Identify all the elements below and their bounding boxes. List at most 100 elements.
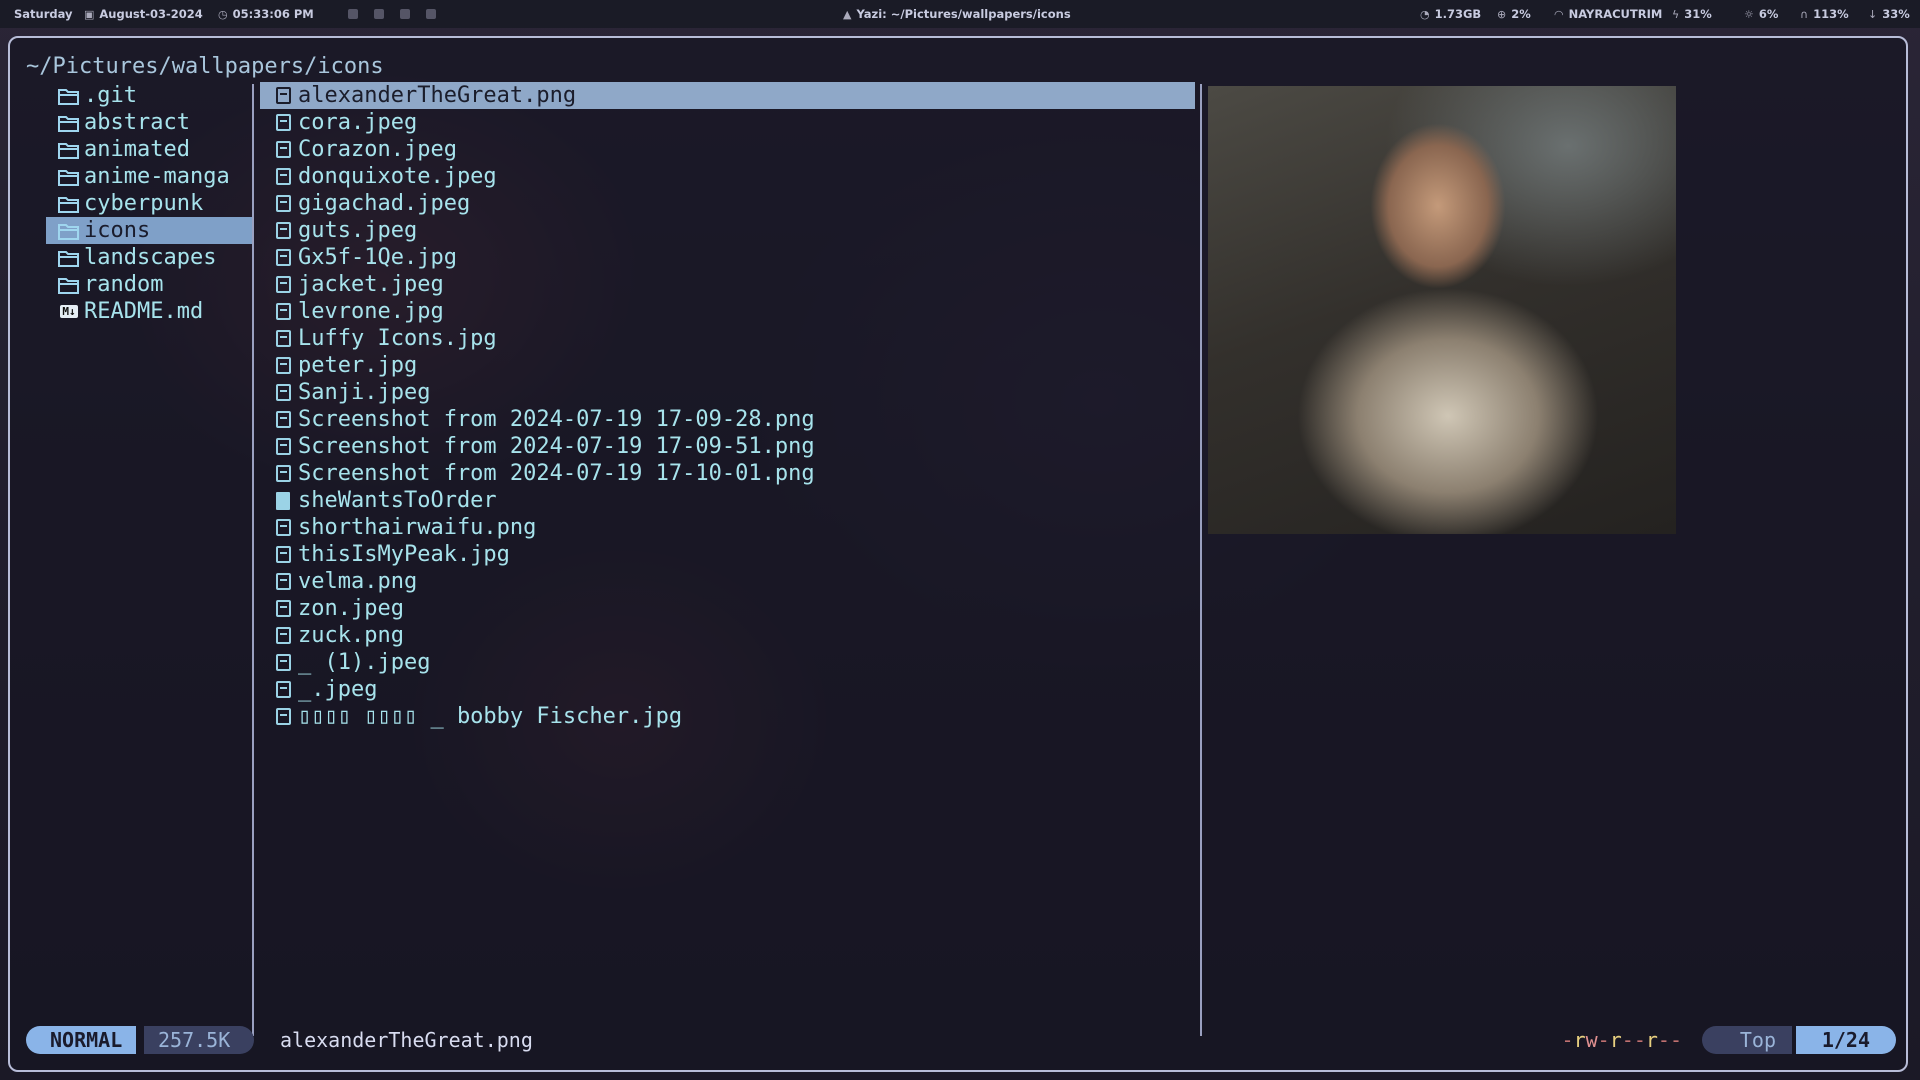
brightness-value: 6%	[1758, 7, 1779, 21]
current-path: ~/Pictures/wallpapers/icons	[26, 54, 384, 79]
file-entry[interactable]: Sanji.jpeg	[260, 379, 1195, 406]
folder-entry[interactable]: .git	[46, 82, 252, 109]
image-file-icon	[272, 465, 294, 482]
folder-entry[interactable]: animated	[46, 136, 252, 163]
pane-divider-left	[252, 84, 254, 1036]
folder-icon	[58, 168, 80, 186]
entry-name: cora.jpeg	[298, 110, 418, 135]
image-file-icon	[272, 573, 294, 590]
entry-name: cyberpunk	[84, 191, 204, 216]
markdown-icon: M↓	[60, 305, 78, 318]
file-entry[interactable]: guts.jpeg	[260, 217, 1195, 244]
scroll-position: Top	[1701, 1026, 1792, 1054]
entry-name: shorthairwaifu.png	[298, 515, 537, 540]
file-entry[interactable]: Screenshot from 2024-07-19 17-09-51.png	[260, 433, 1195, 460]
file-entry[interactable]: Screenshot from 2024-07-19 17-10-01.png	[260, 460, 1195, 487]
image-file-icon	[272, 708, 294, 725]
file-entry[interactable]: _ (1).jpeg	[260, 649, 1195, 676]
file-entry[interactable]: alexanderTheGreat.png	[260, 82, 1195, 109]
image-file-icon	[272, 195, 294, 212]
file-entry[interactable]: ▯▯▯▯ ▯▯▯▯ _ bobby Fischer.jpg	[260, 703, 1195, 730]
file-entry[interactable]: cora.jpeg	[260, 109, 1195, 136]
file-entry[interactable]: velma.png	[260, 568, 1195, 595]
status-filename: alexanderTheGreat.png	[280, 1028, 533, 1052]
wifi-name: NAYRACUTRIM	[1568, 7, 1663, 21]
file-entry[interactable]: Screenshot from 2024-07-19 17-09-28.png	[260, 406, 1195, 433]
folder-icon	[58, 249, 80, 267]
entry-name: Screenshot from 2024-07-19 17-09-28.png	[298, 407, 815, 432]
terminal-window[interactable]: ~/Pictures/wallpapers/icons .git abstract…	[8, 36, 1908, 1072]
file-entry[interactable]: sheWantsToOrder	[260, 487, 1195, 514]
wifi-widget[interactable]: ◠ NAYRACUTRIM	[1554, 0, 1662, 28]
clock-widget: ◷ 05:33:06 PM	[218, 0, 314, 28]
file-entry[interactable]: thisIsMyPeak.jpg	[260, 541, 1195, 568]
image-file-icon	[272, 222, 294, 239]
folder-entry[interactable]: cyberpunk	[46, 190, 252, 217]
image-file-icon	[272, 87, 294, 104]
workspace-2-icon[interactable]	[374, 9, 384, 19]
folder-icon	[58, 87, 80, 105]
entry-name: landscapes	[84, 245, 217, 270]
battery-widget: ϟ 31%	[1672, 0, 1712, 28]
workspace-1-icon[interactable]	[348, 9, 358, 19]
file-size: 257.5K	[144, 1026, 255, 1054]
clock-icon: ◷	[218, 7, 228, 21]
image-file-icon	[272, 330, 294, 347]
workspace-indicators[interactable]	[348, 0, 436, 28]
arch-icon: ▲	[843, 7, 852, 21]
entry-name: zon.jpeg	[298, 596, 404, 621]
entry-name: gigachad.jpeg	[298, 191, 471, 216]
entry-name: guts.jpeg	[298, 218, 418, 243]
folder-entry[interactable]: abstract	[46, 109, 252, 136]
file-entry[interactable]: donquixote.jpeg	[260, 163, 1195, 190]
folder-icon	[58, 276, 80, 294]
folder-entry[interactable]: icons	[46, 217, 252, 244]
workspace-4-icon[interactable]	[426, 9, 436, 19]
entry-name: Luffy Icons.jpg	[298, 326, 497, 351]
folder-icon	[58, 114, 80, 132]
image-file-icon	[272, 168, 294, 185]
image-file-icon	[272, 546, 294, 563]
file-entry[interactable]: M↓ README.md	[46, 298, 252, 325]
folder-entry[interactable]: random	[46, 271, 252, 298]
entry-name: _.jpeg	[298, 677, 378, 702]
mic-value: 33%	[1882, 7, 1910, 21]
mic-widget[interactable]: ↓ 33%	[1868, 0, 1910, 28]
file-entry[interactable]: Corazon.jpeg	[260, 136, 1195, 163]
entry-name: alexanderTheGreat.png	[298, 83, 577, 108]
file-entry[interactable]: peter.jpg	[260, 352, 1195, 379]
image-file-icon	[272, 114, 294, 131]
entry-name: animated	[84, 137, 190, 162]
image-file-icon	[272, 438, 294, 455]
volume-widget[interactable]: ∩ 113%	[1800, 0, 1849, 28]
file-entry[interactable]: zuck.png	[260, 622, 1195, 649]
file-entry[interactable]: Luffy Icons.jpg	[260, 325, 1195, 352]
entry-name: .git	[84, 83, 137, 108]
headphones-icon: ∩	[1800, 7, 1809, 21]
entry-name: ▯▯▯▯ ▯▯▯▯ _ bobby Fischer.jpg	[298, 704, 683, 729]
window-title-text: Yazi: ~/Pictures/wallpapers/icons	[856, 7, 1071, 21]
folder-entry[interactable]: landscapes	[46, 244, 252, 271]
window-title: ▲ Yazi: ~/Pictures/wallpapers/icons	[843, 0, 1071, 28]
entry-name: levrone.jpg	[298, 299, 444, 324]
file-entry[interactable]: gigachad.jpeg	[260, 190, 1195, 217]
image-file-icon	[272, 627, 294, 644]
pane-divider-right	[1200, 84, 1202, 1036]
battery-value: 31%	[1684, 7, 1712, 21]
file-entry[interactable]: shorthairwaifu.png	[260, 514, 1195, 541]
mode-indicator: NORMAL	[26, 1026, 137, 1054]
file-entry[interactable]: zon.jpeg	[260, 595, 1195, 622]
status-line: NORMAL 257.5K alexanderTheGreat.png -rw-…	[26, 1026, 1896, 1054]
image-file-icon	[272, 600, 294, 617]
memory-value: 1.73GB	[1434, 7, 1482, 21]
file-entry[interactable]: levrone.jpg	[260, 298, 1195, 325]
file-entry[interactable]: _.jpeg	[260, 676, 1195, 703]
brightness-widget[interactable]: ☼ 6%	[1744, 0, 1778, 28]
workspace-3-icon[interactable]	[400, 9, 410, 19]
file-entry[interactable]: jacket.jpeg	[260, 271, 1195, 298]
image-file-icon	[272, 249, 294, 266]
document-icon	[272, 491, 294, 510]
file-entry[interactable]: Gx5f-1Qe.jpg	[260, 244, 1195, 271]
folder-entry[interactable]: anime-manga	[46, 163, 252, 190]
date-widget: ▣ August-03-2024	[84, 0, 203, 28]
